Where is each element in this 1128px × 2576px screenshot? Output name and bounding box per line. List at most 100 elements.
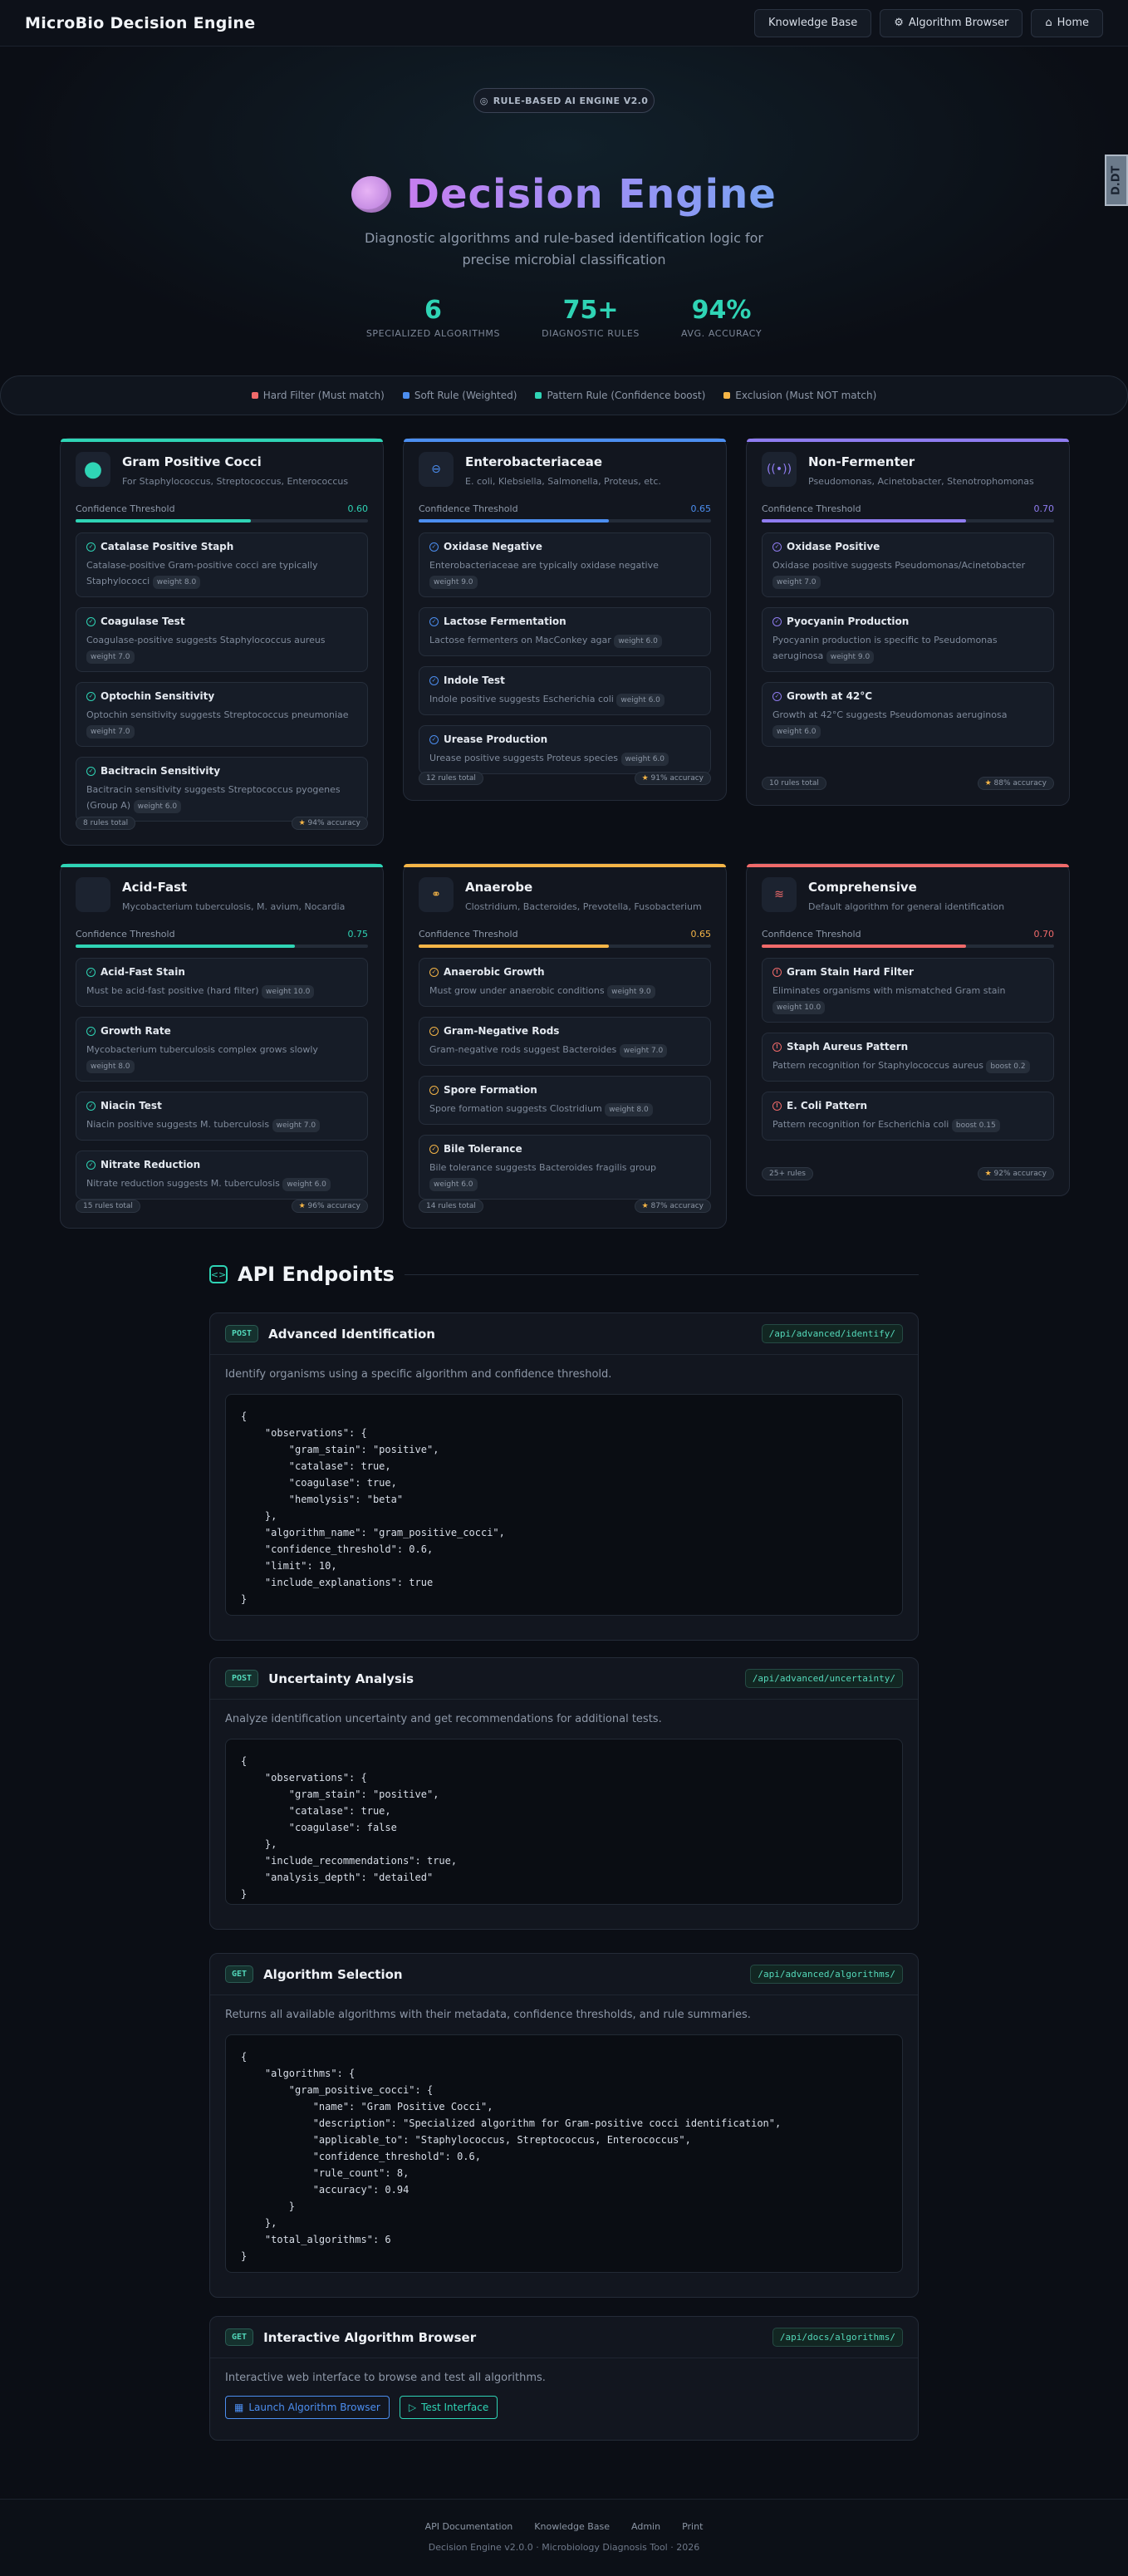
endpoint-header: GET Algorithm Selection/api/advanced/algo…: [210, 1954, 918, 1995]
launch-algorithm-browser-button[interactable]: ▦ Launch Algorithm Browser: [225, 2396, 390, 2419]
rule-weight: weight 6.0: [429, 1178, 478, 1191]
rules-total: 25+ rules: [762, 1167, 813, 1180]
card-text: Comprehensive Default algorithm for gener…: [808, 877, 1004, 912]
knowledge-base-button[interactable]: Knowledge Base: [753, 8, 872, 37]
rule-item[interactable]: ✓ Urease Production Urease positive sugges…: [419, 725, 711, 774]
http-method-badge: POST: [225, 1670, 259, 1687]
footer-link-print[interactable]: Print: [682, 2521, 703, 2532]
endpoint-description: Interactive web interface to browse and …: [225, 2372, 546, 2384]
endpoint-path[interactable]: /api/advanced/identify/: [761, 1324, 903, 1343]
rule-item[interactable]: ! E. Coli Pattern Pattern recognition for …: [762, 1092, 1054, 1141]
card-title: Enterobacteriaceae: [465, 454, 603, 469]
test-interface-button[interactable]: ▷ Test Interface: [399, 2396, 498, 2419]
endpoint-name: Algorithm Selection: [263, 1966, 403, 1982]
confidence-threshold: Confidence Threshold 0.60: [76, 503, 368, 514]
home-button[interactable]: ⌂ Home: [1031, 8, 1103, 37]
rule-name: Oxidase Positive: [787, 541, 880, 552]
footer-link-api-docs[interactable]: API Documentation: [425, 2521, 513, 2532]
rule-title: ✓ Pyocyanin Production: [772, 616, 1043, 627]
algorithm-card-non-fermenter[interactable]: ((•)) Non-Fermenter Pseudomonas, Acinetoba…: [746, 438, 1070, 806]
rule-name: Niacin Test: [101, 1100, 162, 1111]
algorithm-card-enterobacteriaceae[interactable]: ⊖ Enterobacteriaceae E. coli, Klebsiella, …: [403, 438, 727, 801]
stat-accuracy: 94% AVG. ACCURACY: [681, 296, 762, 339]
star-icon: ★: [641, 774, 651, 783]
algorithm-browser-button[interactable]: ⚙ Algorithm Browser: [880, 8, 1023, 37]
endpoint-path[interactable]: /api/advanced/algorithms/: [750, 1965, 903, 1984]
algorithm-card-comprehensive[interactable]: ≋ Comprehensive Default algorithm for gene…: [746, 863, 1070, 1196]
rule-weight: boost 0.15: [951, 1119, 1000, 1132]
endpoint-interactive-algorithm-browser: GET Interactive Algorithm Browser/api/doc…: [209, 2316, 919, 2441]
card-text: Enterobacteriaceae E. coli, Klebsiella, S…: [465, 452, 661, 487]
rule-item[interactable]: ✓ Optochin Sensitivity Optochin sensitivit…: [76, 682, 368, 747]
rule-item[interactable]: ✓ Growth at 42°C Growth at 42°C suggests P…: [762, 682, 1054, 747]
alert-icon: !: [772, 1101, 782, 1111]
algorithm-card-acid-fast[interactable]: Acid-Fast Mycobacterium tuberculosis, M. …: [60, 863, 384, 1229]
rule-item[interactable]: ✓ Gram-Negative Rods Gram-negative rods su…: [419, 1017, 711, 1066]
rule-item[interactable]: ✓ Acid-Fast Stain Must be acid-fast positi…: [76, 958, 368, 1007]
rule-description: Nitrate reduction suggests M. tuberculos…: [86, 1175, 357, 1191]
rule-text: Mycobacterium tuberculosis complex grows…: [86, 1044, 318, 1055]
rule-weight: weight 10.0: [262, 985, 315, 999]
rule-name: Catalase Positive Staph: [101, 541, 234, 552]
rule-item[interactable]: ✓ Lactose Fermentation Lactose fermenters …: [419, 607, 711, 656]
endpoint-title-row: POST Advanced Identification: [225, 1325, 435, 1342]
rule-item[interactable]: ! Gram Stain Hard Filter Eliminates organi…: [762, 958, 1054, 1023]
endpoint-path[interactable]: /api/advanced/uncertainty/: [744, 1669, 903, 1688]
http-method-badge: GET: [225, 2328, 254, 2346]
accuracy-text: 94% accuracy: [307, 819, 360, 827]
algorithm-card-gram-positive-cocci[interactable]: ● Gram Positive Cocci For Staphylococcus, …: [60, 438, 384, 846]
rule-text: Growth at 42°C suggests Pseudomonas aeru…: [772, 709, 1008, 720]
rule-item[interactable]: ✓ Oxidase Negative Enterobacteriaceae are …: [419, 532, 711, 597]
check-circle-icon: ✓: [429, 967, 439, 977]
rule-item[interactable]: ! Staph Aureus Pattern Pattern recognition…: [762, 1033, 1054, 1082]
endpoint-header: POST Advanced Identification/api/advanced…: [210, 1313, 918, 1355]
card-text: Anaerobe Clostridium, Bacteroides, Prevot…: [465, 877, 702, 912]
rule-item[interactable]: ✓ Growth Rate Mycobacterium tuberculosis c…: [76, 1017, 368, 1082]
rule-name: Nitrate Reduction: [101, 1159, 201, 1170]
confidence-threshold: Confidence Threshold 0.70: [762, 929, 1054, 940]
rule-item[interactable]: ✓ Bile Tolerance Bile tolerance suggests B…: [419, 1135, 711, 1200]
algorithm-icon: [76, 877, 110, 912]
rule-text: Nitrate reduction suggests M. tuberculos…: [86, 1178, 280, 1189]
footer: API Documentation Knowledge Base Admin P…: [0, 2499, 1128, 2576]
stat-label: DIAGNOSTIC RULES: [542, 328, 640, 339]
rule-item[interactable]: ✓ Spore Formation Spore formation suggests…: [419, 1076, 711, 1125]
rule-text: Bile tolerance suggests Bacteroides frag…: [429, 1162, 656, 1173]
rule-item[interactable]: ✓ Niacin Test Niacin positive suggests M. …: [76, 1092, 368, 1141]
rules-total: 15 rules total: [76, 1200, 140, 1213]
rule-title: ✓ Lactose Fermentation: [429, 616, 700, 627]
accuracy-badge: ★ 88% accuracy: [977, 777, 1054, 790]
endpoint-path[interactable]: /api/docs/algorithms/: [772, 2328, 903, 2347]
rule-name: Urease Production: [444, 734, 548, 745]
check-circle-icon: ✓: [86, 616, 96, 626]
rule-weight: weight 8.0: [86, 1060, 135, 1073]
rule-item[interactable]: ✓ Coagulase Test Coagulase-positive sugges…: [76, 607, 368, 672]
footer-link-admin[interactable]: Admin: [631, 2521, 660, 2532]
check-circle-icon: ✓: [772, 691, 782, 701]
code-block: { "observations": { "gram_stain": "posit…: [225, 1739, 903, 1905]
footer-links: API Documentation Knowledge Base Admin P…: [0, 2521, 1128, 2532]
rule-text: Coagulase-positive suggests Staphylococc…: [86, 635, 326, 645]
rule-item[interactable]: ✓ Nitrate Reduction Nitrate reduction sugg…: [76, 1151, 368, 1200]
rule-item[interactable]: ✓ Oxidase Positive Oxidase positive sugges…: [762, 532, 1054, 597]
divider: [404, 1273, 919, 1275]
rule-item[interactable]: ✓ Bacitracin Sensitivity Bacitracin sensit…: [76, 757, 368, 822]
accuracy-badge: ★ 94% accuracy: [291, 817, 368, 830]
rule-weight: weight 6.0: [614, 635, 662, 648]
gear-icon: ⚙: [894, 17, 904, 29]
legend-hard-filter: Hard Filter (Must match): [251, 390, 385, 401]
card-accent-bar: [747, 439, 1069, 442]
rule-item[interactable]: ✓ Anaerobic Growth Must grow under anaerob…: [419, 958, 711, 1007]
card-title: Comprehensive: [808, 880, 917, 895]
rule-item[interactable]: ✓ Pyocyanin Production Pyocyanin productio…: [762, 607, 1054, 672]
button-label: Launch Algorithm Browser: [248, 2402, 380, 2413]
brand-logo[interactable]: MicroBio Decision Engine: [25, 14, 255, 32]
rule-item[interactable]: ✓ Catalase Positive Staph Catalase-positiv…: [76, 532, 368, 597]
rule-weight: weight 7.0: [86, 650, 135, 664]
rule-item[interactable]: ✓ Indole Test Indole positive suggests Esc…: [419, 666, 711, 715]
side-tab[interactable]: D.DT: [1105, 155, 1128, 206]
star-icon: ★: [984, 1170, 994, 1178]
footer-link-knowledge-base[interactable]: Knowledge Base: [534, 2521, 610, 2532]
algorithm-card-anaerobe[interactable]: ⚭ Anaerobe Clostridium, Bacteroides, Prevo…: [403, 863, 727, 1229]
button-label: Test Interface: [421, 2402, 489, 2413]
